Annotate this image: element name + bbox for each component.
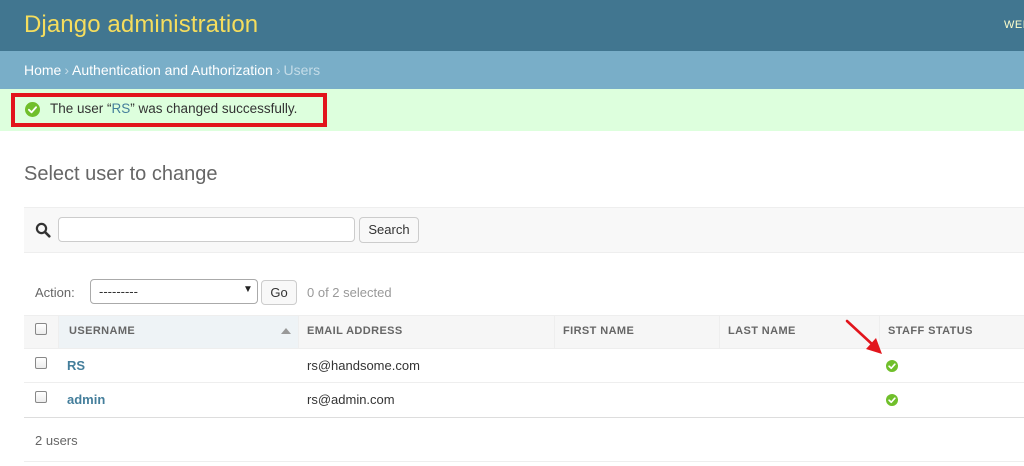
result-count: 2 users (35, 433, 78, 448)
row-checkbox[interactable] (35, 391, 47, 403)
select-arrow-icon: ▼ (243, 284, 253, 295)
row-username-link[interactable]: admin (67, 392, 105, 407)
selected-count: 0 of 2 selected (307, 285, 392, 300)
column-header-first-name[interactable]: First name (563, 325, 634, 337)
page-title: Select user to change (24, 163, 218, 185)
message-prefix: The user “ (50, 101, 112, 116)
success-message: The user “RS” was changed successfully. (50, 101, 297, 116)
row-username-link[interactable]: RS (67, 358, 85, 373)
column-divider (554, 316, 555, 348)
column-header-email[interactable]: Email address (307, 325, 403, 337)
divider (24, 461, 1024, 462)
column-header-staff-status[interactable]: Staff status (888, 325, 973, 337)
search-button[interactable]: Search (359, 217, 419, 243)
message-user-link[interactable]: RS (112, 101, 131, 116)
annotation-arrow-icon (845, 319, 882, 354)
search-input[interactable] (58, 217, 355, 242)
staff-status-true-icon (886, 394, 898, 406)
staff-status-true-icon (886, 360, 898, 372)
table-bottom-border (24, 417, 1024, 418)
site-branding[interactable]: Django administration (24, 11, 258, 39)
breadcrumb: Home › Authentication and Authorization › Us… (0, 51, 1024, 89)
row-email: rs@handsome.com (307, 358, 420, 373)
action-select[interactable]: --------- (90, 279, 258, 304)
go-button[interactable]: Go (261, 280, 297, 305)
breadcrumb-home[interactable]: Home (24, 62, 61, 78)
column-divider (58, 316, 59, 348)
sort-ascending-icon[interactable] (281, 328, 291, 334)
user-tools: WELCOME, (1004, 19, 1024, 31)
column-header-last-name[interactable]: Last name (728, 325, 796, 337)
breadcrumb-separator: › (275, 62, 281, 78)
table-row (24, 383, 1024, 417)
action-label: Action: (35, 285, 75, 300)
select-all-checkbox[interactable] (35, 323, 47, 335)
row-email: rs@admin.com (307, 392, 395, 407)
message-suffix: ” was changed successfully. (130, 101, 298, 116)
search-icon (35, 222, 51, 238)
column-divider (298, 316, 299, 348)
breadcrumb-app[interactable]: Authentication and Authorization (72, 62, 273, 78)
column-divider (719, 316, 720, 348)
success-check-icon (25, 102, 40, 117)
column-header-username[interactable]: Username (69, 325, 135, 337)
breadcrumb-current: Users (283, 62, 321, 78)
row-checkbox[interactable] (35, 357, 47, 369)
breadcrumb-separator: › (64, 62, 70, 78)
